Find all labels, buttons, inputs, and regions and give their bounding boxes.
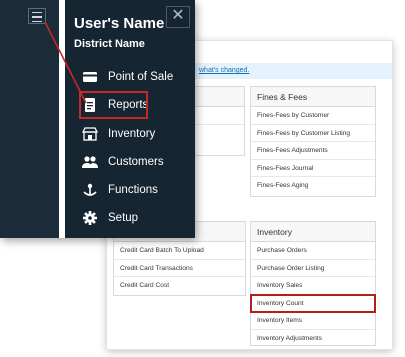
- fines-fees-title: Fines & Fees: [251, 87, 375, 107]
- nav-item-label: Functions: [108, 184, 158, 196]
- district-name: District Name: [74, 38, 145, 50]
- nav-item-point-of-sale[interactable]: Point of Sale: [82, 67, 190, 89]
- side-rail: [0, 0, 59, 238]
- nav-item-inventory[interactable]: Inventory: [81, 124, 190, 146]
- report-link[interactable]: Purchase Order Listing: [251, 260, 375, 277]
- close-icon[interactable]: ✕: [166, 6, 190, 28]
- store-icon: [81, 127, 99, 141]
- functions-icon: [82, 183, 98, 197]
- hamburger-menu-icon[interactable]: [28, 8, 46, 24]
- nav-item-label: Customers: [108, 156, 164, 168]
- report-link[interactable]: Fines-Fees by Customer: [251, 107, 375, 125]
- report-link[interactable]: Credit Card Batch To Upload: [114, 242, 245, 260]
- nav-item-functions[interactable]: Functions: [82, 180, 190, 202]
- report-link[interactable]: Fines-Fees by Customer Listing: [251, 125, 375, 142]
- report-link[interactable]: Credit Card Transactions: [114, 260, 245, 277]
- rail-divider: [59, 0, 65, 238]
- inventory-count-link[interactable]: Inventory Count: [250, 293, 376, 313]
- inventory-card: Inventory Purchase Orders Purchase Order…: [250, 221, 376, 346]
- people-icon: [82, 155, 98, 169]
- report-link[interactable]: Inventory Adjustments: [251, 330, 375, 348]
- nav-item-label: Setup: [108, 212, 139, 224]
- navigation-drawer: ✕ User's Name District Name Point of Sal…: [0, 0, 195, 238]
- user-name: User's Name: [74, 15, 165, 32]
- nav-item-setup[interactable]: Setup: [82, 208, 190, 230]
- reports-highlight: [79, 91, 148, 119]
- report-link[interactable]: Fines-Fees Journal: [251, 160, 375, 177]
- report-link[interactable]: Inventory Sales: [251, 277, 375, 295]
- card-icon: [82, 70, 98, 84]
- fines-fees-card: Fines & Fees Fines-Fees by Customer Fine…: [250, 86, 376, 197]
- report-link[interactable]: Purchase Orders: [251, 242, 375, 260]
- nav-item-label: Inventory: [108, 128, 156, 140]
- report-link[interactable]: Fines-Fees Aging: [251, 177, 375, 195]
- gear-icon: [82, 211, 98, 225]
- report-link[interactable]: Inventory Items: [251, 312, 375, 330]
- nav-item-label: Point of Sale: [108, 71, 174, 83]
- report-link[interactable]: Credit Card Cost: [114, 277, 245, 295]
- report-link[interactable]: Fines-Fees Adjustments: [251, 142, 375, 160]
- nav-item-customers[interactable]: Customers: [82, 152, 190, 174]
- inventory-title: Inventory: [251, 222, 375, 242]
